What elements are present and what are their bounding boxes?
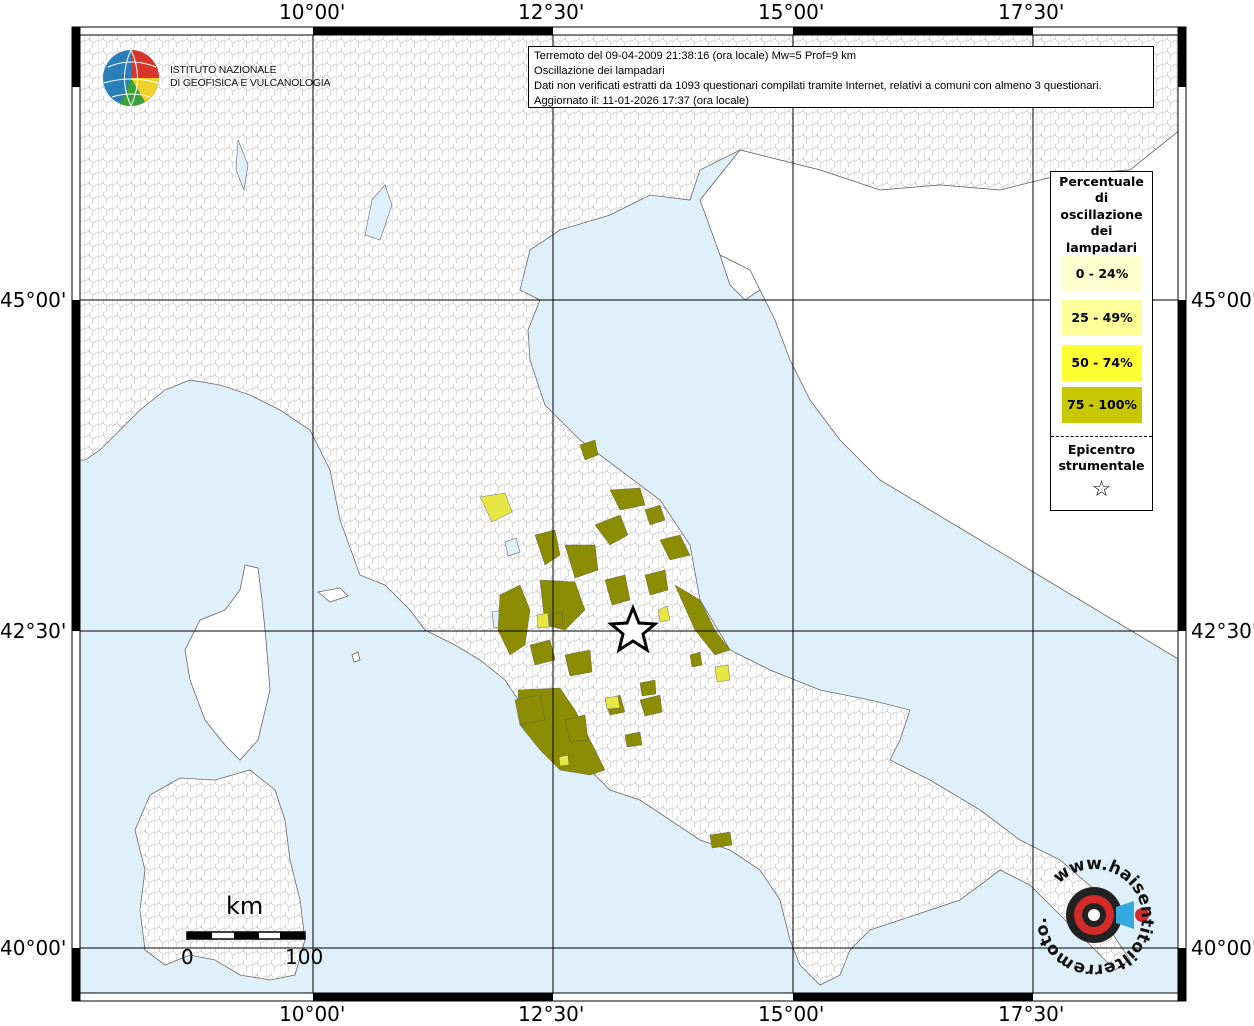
data-note: Dati non verificati estratti da 1093 que…: [534, 80, 1102, 92]
legend-divider: [1051, 436, 1152, 437]
legend-title: Percentuale di oscillazione dei lampadar…: [1059, 174, 1144, 255]
lon-tick-top: 15°00': [758, 0, 825, 24]
legend-epicentre-label: Epicentro strumentale: [1058, 442, 1145, 473]
haisentito-logo: www.haisentitoilterremoto.it: [1030, 842, 1157, 980]
lat-tick-right: 45°00': [1191, 288, 1254, 312]
scale-end: 100: [285, 945, 324, 969]
event-title: Terremoto del 09-04-2009 21:38:16 (ora l…: [534, 50, 857, 62]
lon-tick-bottom: 15°00': [758, 1002, 825, 1026]
legend: Percentuale di oscillazione dei lampadar…: [1050, 171, 1153, 511]
lat-tick-left: 45°00': [0, 288, 67, 312]
legend-swatch-50-74: 50 - 74%: [1062, 345, 1142, 381]
scale-bar: [186, 931, 306, 940]
lon-tick-bottom: 17°30': [998, 1002, 1065, 1026]
legend-swatch-0-24: 0 - 24%: [1062, 256, 1142, 292]
lon-tick-bottom: 10°00': [279, 1002, 346, 1026]
lon-tick-top: 10°00': [279, 0, 346, 24]
legend-swatch-25-49: 25 - 49%: [1062, 300, 1142, 336]
lon-tick-top: 12°30': [518, 0, 585, 24]
ingv-logo: ISTITUTO NAZIONALE DI GEOFISICA E VULCAN…: [100, 46, 331, 110]
map-subject: Oscillazione dei lampadari: [534, 65, 665, 77]
legend-star-icon: ☆: [1091, 477, 1112, 502]
scale-start: 0: [181, 945, 194, 969]
lon-tick-top: 17°30': [998, 0, 1065, 24]
event-info-box: Terremoto del 09-04-2009 21:38:16 (ora l…: [528, 46, 1154, 108]
lon-tick-bottom: 12°30': [518, 1002, 585, 1026]
lat-tick-right: 40°00': [1191, 936, 1254, 960]
scale-unit: km: [226, 892, 264, 920]
ingv-name: ISTITUTO NAZIONALE DI GEOFISICA E VULCAN…: [170, 64, 331, 89]
update-time: Aggiornato il: 11-01-2026 17:37 (ora loc…: [534, 95, 749, 107]
legend-swatch-75-100: 75 - 100%: [1062, 387, 1142, 423]
lat-tick-right: 42°30': [1191, 619, 1254, 643]
globe-icon: [103, 49, 159, 107]
lat-tick-left: 42°30': [0, 619, 67, 643]
lat-tick-left: 40°00': [0, 936, 67, 960]
